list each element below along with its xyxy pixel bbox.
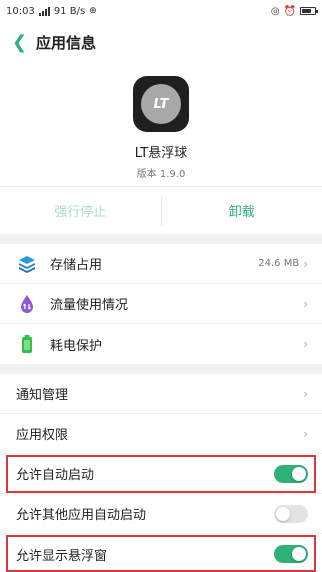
notification-management-row[interactable]: 通知管理 ›	[0, 374, 322, 414]
force-stop-button[interactable]: 强行停止	[0, 201, 161, 220]
storage-label: 存储占用	[50, 258, 103, 273]
usage-settings-group: 存储占用 24.6 MB › 流量使用情况 › 耗电保护 ›	[0, 244, 322, 364]
net-speed: 91 B/s	[53, 5, 86, 17]
uninstall-button[interactable]: 卸载	[162, 201, 322, 220]
stack-icon	[16, 253, 38, 275]
app-summary: LT LT悬浮球 版本 1.9.0	[0, 62, 322, 186]
app-icon: LT	[133, 76, 189, 132]
alarm-icon: ⏰	[283, 5, 296, 17]
app-permissions-row[interactable]: 应用权限 ›	[0, 414, 322, 454]
app-name: LT悬浮球	[134, 146, 188, 161]
app-permissions-label: 应用权限	[16, 428, 69, 443]
floating-window-toggle[interactable]	[274, 545, 308, 563]
storage-row[interactable]: 存储占用 24.6 MB ›	[0, 244, 322, 284]
chevron-right-icon: ›	[303, 426, 308, 441]
notification-icon: ⊕	[89, 6, 97, 16]
notification-management-label: 通知管理	[16, 388, 69, 403]
battery-protection-label: 耗电保护	[50, 338, 103, 354]
data-drop-icon	[16, 293, 38, 315]
battery-protection-row[interactable]: 耗电保护 ›	[0, 324, 322, 364]
floating-window-row: 允许显示悬浮窗	[0, 534, 322, 572]
status-bar: 10:03 91 B/s ⊕ ◎ ⏰	[0, 0, 322, 22]
auto-start-toggle[interactable]	[274, 464, 308, 483]
page-title: 应用信息	[36, 33, 97, 52]
battery-status-icon	[300, 7, 318, 15]
auto-start-row: 允许自动启动	[0, 454, 322, 494]
chevron-right-icon: ›	[303, 256, 308, 271]
other-apps-auto-start-toggle[interactable]	[274, 504, 308, 523]
signal-icon	[38, 6, 50, 16]
app-actions: 强行停止 卸载	[0, 186, 322, 234]
back-arrow-icon[interactable]: ❮	[12, 32, 36, 53]
auto-start-label: 允许自动启动	[16, 468, 95, 483]
app-icon-text: LT	[141, 84, 181, 124]
other-apps-auto-start-row: 允许其他应用自动启动	[0, 494, 322, 534]
other-apps-auto-start-label: 允许其他应用自动启动	[16, 508, 147, 523]
chevron-right-icon: ›	[303, 386, 308, 401]
permission-settings-group: 通知管理 › 应用权限 › 允许自动启动 允许其他应用自动启动 允许显示悬浮窗	[0, 374, 322, 572]
chevron-right-icon: ›	[303, 337, 308, 351]
data-usage-label: 流量使用情况	[50, 298, 129, 313]
app-version: 版本 1.9.0	[136, 169, 186, 180]
storage-size: 24.6 MB	[258, 258, 300, 269]
status-time: 10:03	[6, 5, 35, 17]
battery-icon	[16, 333, 38, 355]
floating-window-label: 允许显示悬浮窗	[16, 548, 108, 564]
target-icon: ◎	[270, 5, 280, 17]
data-usage-row[interactable]: 流量使用情况 ›	[0, 284, 322, 324]
app-bar: ❮ 应用信息	[0, 22, 322, 62]
chevron-right-icon: ›	[303, 296, 308, 311]
